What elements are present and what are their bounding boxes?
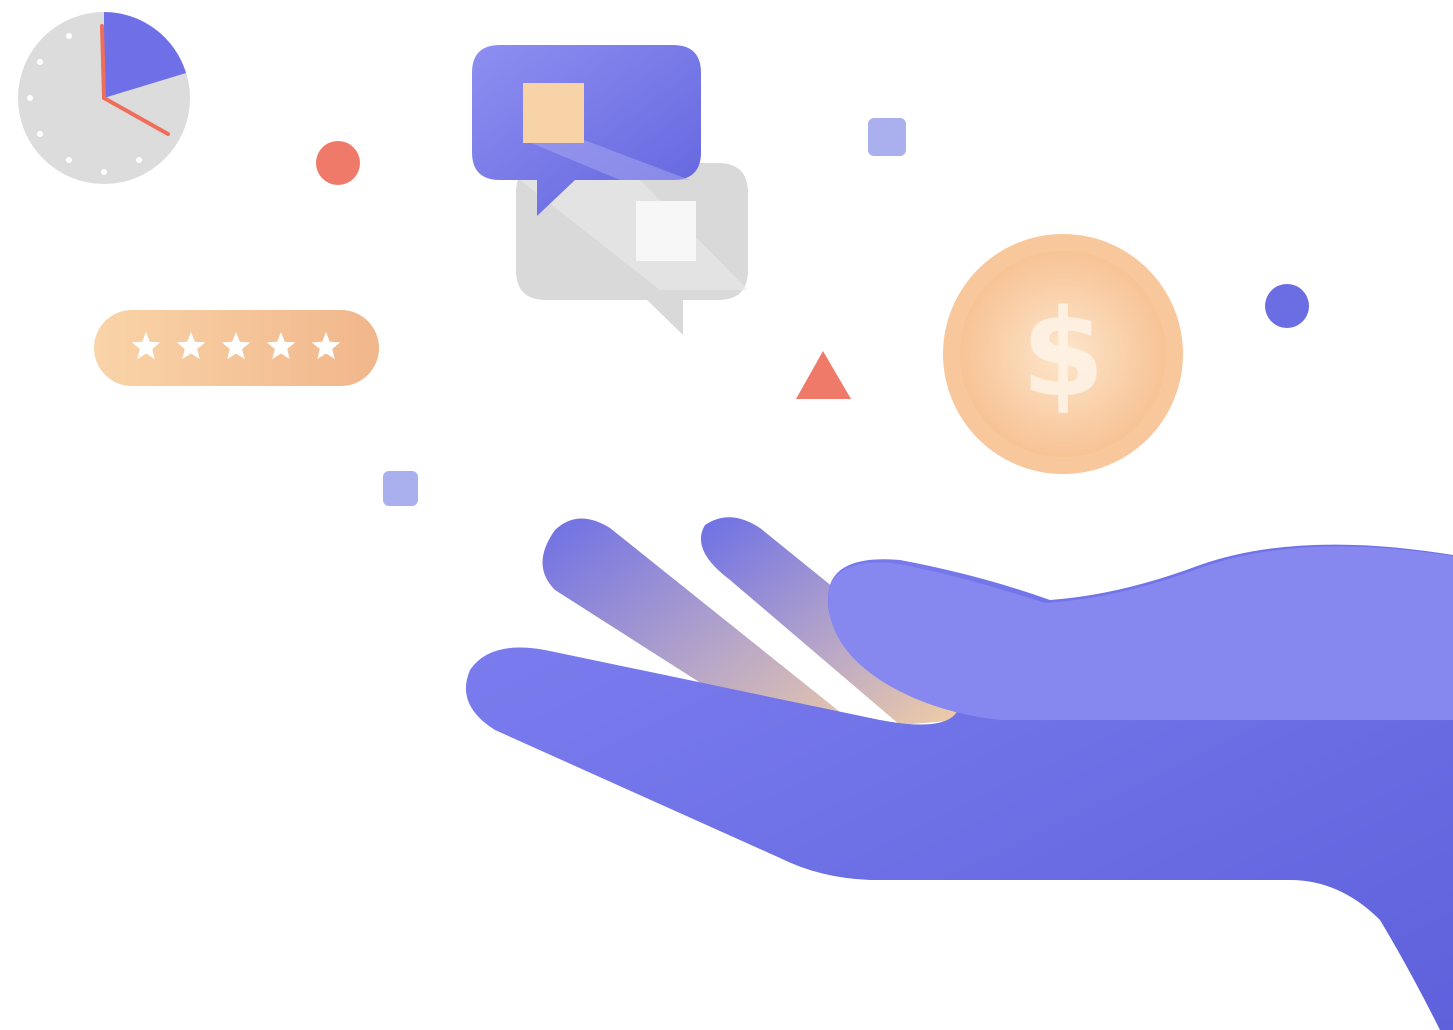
coin-symbol: $ — [1021, 285, 1105, 424]
dollar-coin-icon: $ — [943, 234, 1183, 474]
star-rating-icon — [94, 310, 379, 386]
clock-icon — [18, 12, 190, 184]
chat-bubbles-icon — [472, 45, 748, 335]
coral-dot-icon — [316, 141, 360, 185]
square-icon — [868, 118, 906, 156]
open-hand-icon — [466, 517, 1453, 1030]
illustration-canvas: $ — [18, 12, 1453, 1030]
square-icon-small — [383, 471, 418, 506]
triangle-icon — [796, 351, 851, 399]
indigo-dot-icon — [1265, 284, 1309, 328]
